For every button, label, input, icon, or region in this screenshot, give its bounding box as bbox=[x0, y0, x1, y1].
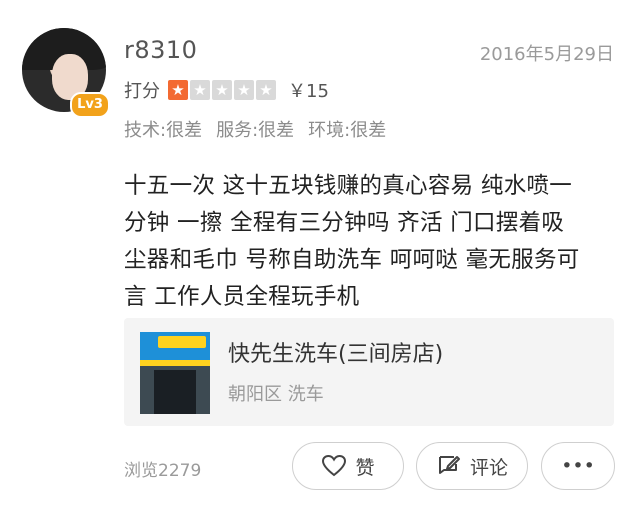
shop-door bbox=[154, 370, 196, 414]
comment-label: 评论 bbox=[469, 456, 508, 479]
star-icon: ★ bbox=[212, 80, 232, 100]
review-line: 尘器和毛巾 号称自助洗车 呵呵哒 毫无服务可 bbox=[124, 247, 580, 273]
review-line: 分钟 一擦 全程有三分钟吗 齐活 门口摆着吸 bbox=[124, 210, 565, 236]
review-line: 十五一次 这十五块钱赚的真心容易 纯水喷一 bbox=[124, 173, 573, 199]
shop-name: 快先生洗车(三间房店) bbox=[228, 342, 444, 367]
sub-score-service: 服务:很差 bbox=[216, 120, 295, 141]
sub-score-tech: 技术:很差 bbox=[124, 120, 203, 141]
shop-thumbnail bbox=[140, 332, 210, 414]
star-icon: ★ bbox=[168, 80, 188, 100]
like-label: 赞 bbox=[355, 456, 375, 479]
review-date: 2016年5月29日 bbox=[479, 44, 614, 65]
rating-label: 打分 bbox=[124, 81, 160, 102]
shop-card[interactable]: 快先生洗车(三间房店) 朝阳区 洗车 bbox=[124, 318, 614, 426]
comment-button[interactable]: 评论 bbox=[416, 442, 528, 490]
username[interactable]: r8310 bbox=[124, 36, 197, 64]
edit-comment-icon bbox=[436, 454, 462, 478]
heart-icon bbox=[321, 454, 347, 478]
shop-stripe bbox=[140, 360, 210, 366]
rating-row: 打分 ★ ★ ★ ★ ★ ￥15 bbox=[124, 78, 329, 102]
review-text: 十五一次 这十五块钱赚的真心容易 纯水喷一 分钟 一擦 全程有三分钟吗 齐活 门… bbox=[124, 168, 624, 316]
price: ￥15 bbox=[288, 81, 329, 102]
star-icon: ★ bbox=[234, 80, 254, 100]
more-dots-icon: ••• bbox=[561, 455, 595, 477]
star-icon: ★ bbox=[190, 80, 210, 100]
more-button[interactable]: ••• bbox=[541, 442, 615, 490]
shop-meta: 朝阳区 洗车 bbox=[228, 384, 324, 405]
like-button[interactable]: 赞 bbox=[292, 442, 404, 490]
level-badge: Lv3 bbox=[70, 92, 110, 118]
shop-sign-text bbox=[158, 336, 206, 348]
view-count: 浏览2279 bbox=[124, 461, 202, 481]
sub-scores: 技术:很差 服务:很差 环境:很差 bbox=[124, 116, 386, 142]
star-icon: ★ bbox=[256, 80, 276, 100]
star-rating: ★ ★ ★ ★ ★ bbox=[168, 80, 276, 100]
review-line: 言 工作人员全程玩手机 bbox=[124, 284, 360, 310]
sub-score-environment: 环境:很差 bbox=[308, 120, 387, 141]
